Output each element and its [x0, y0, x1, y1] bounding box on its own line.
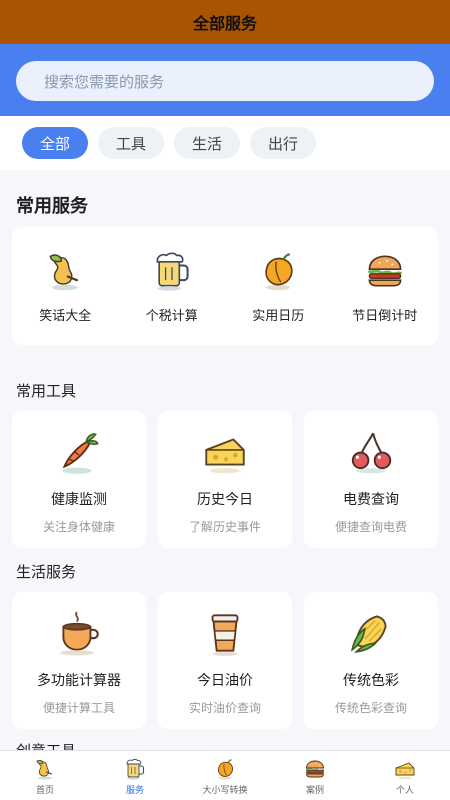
service-calculator[interactable]: 多功能计算器 便捷计算工具 [12, 592, 146, 729]
tile-name: 今日油价 [197, 673, 253, 689]
tile-desc: 便捷计算工具 [42, 701, 115, 715]
tab-tools[interactable]: 工具 [98, 127, 165, 159]
bell-pepper-icon [213, 757, 237, 781]
creative-tools-title: 创意工具 [16, 742, 76, 750]
nav-services[interactable]: 服务 [90, 751, 180, 800]
life-services-grid: 多功能计算器 便捷计算工具 今日油价 实时油价查询 传统色彩 传统色彩查询 [12, 592, 438, 729]
tab-travel[interactable]: 出行 [250, 127, 317, 159]
tool-health-monitor[interactable]: 健康监测 关注身体健康 [12, 411, 146, 548]
nav-profile[interactable]: 个人 [360, 751, 450, 800]
pear-icon [43, 249, 87, 293]
tile-name: 传统色彩 [343, 673, 399, 689]
nav-label: 服务 [125, 786, 144, 796]
service-label: 节日倒计时 [352, 309, 418, 324]
cheese-icon [393, 757, 417, 781]
service-oil-price[interactable]: 今日油价 实时油价查询 [158, 592, 292, 729]
cherry-icon [346, 427, 396, 477]
service-traditional-colors[interactable]: 传统色彩 传统色彩查询 [304, 592, 438, 729]
app-header: 全部服务 [0, 0, 450, 44]
nav-label: 案例 [305, 786, 324, 796]
pear-icon [33, 757, 57, 781]
service-jokes[interactable]: 笑话大全 [12, 227, 119, 345]
common-tools-grid: 健康监测 关注身体健康 历史今日 了解历史事件 电费查询 便捷查询电费 [12, 411, 438, 548]
service-holiday-countdown[interactable]: 节日倒计时 [332, 227, 439, 345]
service-label: 个税计算 [145, 309, 198, 324]
bottom-navigation: 首页 服务 大小写转换 案例 个人 [0, 750, 450, 800]
common-services-card: 笑话大全 个税计算 实用日历 节日倒计时 [12, 227, 438, 345]
beer-mug-icon [123, 757, 147, 781]
corn-icon [346, 608, 396, 658]
service-tax-calc[interactable]: 个税计算 [119, 227, 226, 345]
takeaway-coffee-icon [200, 608, 250, 658]
common-tools-title: 常用工具 [16, 382, 77, 400]
tab-all[interactable]: 全部 [22, 127, 89, 159]
tile-name: 历史今日 [197, 492, 253, 508]
beer-mug-icon [150, 249, 194, 293]
life-services-title: 生活服务 [16, 563, 77, 581]
search-bar-area: 搜索您需要的服务 [0, 44, 450, 116]
tile-desc: 便捷查询电费 [334, 520, 407, 534]
search-input[interactable]: 搜索您需要的服务 [16, 61, 434, 101]
burger-icon [303, 757, 327, 781]
tool-history-today[interactable]: 历史今日 了解历史事件 [158, 411, 292, 548]
burger-icon [363, 249, 407, 293]
tab-life[interactable]: 生活 [174, 127, 241, 159]
page-title: 全部服务 [192, 14, 257, 33]
tile-desc: 关注身体健康 [42, 520, 115, 534]
tile-desc: 传统色彩查询 [334, 701, 407, 715]
tile-name: 多功能计算器 [37, 673, 121, 689]
tile-name: 健康监测 [51, 492, 107, 508]
service-calendar[interactable]: 实用日历 [225, 227, 332, 345]
nav-home[interactable]: 首页 [0, 751, 90, 800]
carrot-icon [54, 427, 104, 477]
common-services-title: 常用服务 [16, 196, 88, 217]
nav-label: 个人 [395, 786, 414, 796]
bell-pepper-icon [256, 249, 300, 293]
coffee-cup-icon [54, 608, 104, 658]
tool-electricity-query[interactable]: 电费查询 便捷查询电费 [304, 411, 438, 548]
tile-name: 电费查询 [343, 492, 399, 508]
cheese-icon [200, 427, 250, 477]
search-placeholder: 搜索您需要的服务 [44, 72, 165, 91]
service-label: 实用日历 [252, 309, 305, 324]
nav-case-converter[interactable]: 大小写转换 [180, 751, 270, 800]
tile-desc: 实时油价查询 [188, 701, 261, 715]
nav-label: 大小写转换 [202, 786, 248, 796]
nav-cases[interactable]: 案例 [270, 751, 360, 800]
service-label: 笑话大全 [39, 309, 92, 324]
category-tabs: 全部 工具 生活 出行 [0, 116, 450, 170]
nav-label: 首页 [35, 786, 54, 796]
tile-desc: 了解历史事件 [188, 520, 261, 534]
